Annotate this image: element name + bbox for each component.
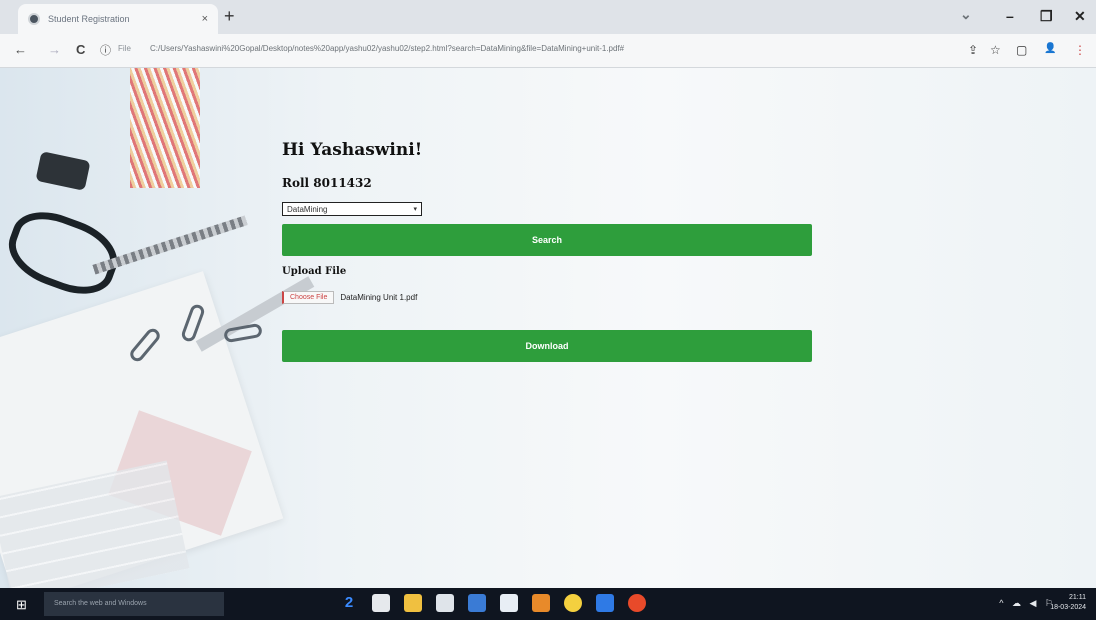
chrome-app-icon[interactable] (564, 594, 582, 612)
windows-taskbar: ⊞ Search the web and Windows 2 ^ ☁ ◀ ⚐ 2… (0, 588, 1096, 620)
main-content: Hi Yashaswini! Roll 8011432 DataMining ▾… (282, 140, 822, 362)
selected-file-name: DataMining Unit 1.pdf (340, 293, 418, 302)
side-panel-icon[interactable]: ▢ (1016, 43, 1027, 57)
subject-select-value: DataMining (287, 204, 328, 214)
store-icon[interactable] (436, 594, 454, 612)
choose-file-button[interactable]: Choose File (282, 291, 335, 304)
chrome-active-app-icon[interactable] (628, 594, 646, 612)
dropdown-arrow-icon: ▾ (413, 206, 417, 213)
background-glasses-arm-image (92, 215, 248, 275)
system-tray-icons[interactable]: ^ ☁ ◀ ⚐ (999, 598, 1056, 609)
greeting-heading: Hi Yashaswini! (282, 140, 423, 160)
tab-search-chevron-icon[interactable]: ⌄ (960, 6, 972, 23)
taskbar-search-input[interactable]: Search the web and Windows (44, 592, 224, 616)
bookmark-star-icon[interactable]: ☆ (990, 43, 1001, 57)
upload-file-label: Upload File (282, 266, 347, 277)
file-explorer-icon[interactable] (404, 594, 422, 612)
vscode-icon[interactable] (596, 594, 614, 612)
windows-start-icon[interactable]: ⊞ (16, 597, 27, 613)
clock-time: 21:11 (1069, 594, 1086, 601)
notes-app-icon[interactable] (500, 594, 518, 612)
browser-menu-icon[interactable]: ⋮ (1074, 43, 1086, 57)
search-button[interactable]: Search (282, 224, 812, 256)
clock-date: 18-03-2024 (1050, 604, 1086, 611)
url-input[interactable]: C:/Users/Yashaswini%20Gopal/Desktop/note… (150, 44, 830, 53)
cortana-icon[interactable]: 2 (340, 594, 358, 612)
page-background: Hi Yashaswini! Roll 8011432 DataMining ▾… (0, 68, 1096, 588)
maximize-button[interactable]: ❐ (1040, 8, 1053, 25)
back-icon[interactable]: ← (14, 42, 27, 57)
office-app-icon[interactable] (532, 594, 550, 612)
profile-icon[interactable]: 👤 (1044, 43, 1056, 54)
minimize-button[interactable]: – (1006, 8, 1014, 24)
share-icon[interactable]: ⇪ (968, 43, 978, 57)
background-device-image (35, 151, 91, 191)
tab-title: Student Registration (48, 14, 130, 24)
browser-tab[interactable]: Student Registration × (18, 4, 218, 34)
forward-icon[interactable]: → (48, 42, 61, 57)
taskbar-clock[interactable]: 21:11 18-03-2024 (1050, 593, 1086, 613)
roll-number: Roll 8011432 (282, 176, 372, 190)
site-info-icon[interactable]: ⓘ (100, 42, 111, 58)
background-pencils-image (130, 68, 200, 188)
subject-select[interactable]: DataMining ▾ (282, 202, 422, 216)
chrome-favicon-icon (28, 13, 40, 25)
download-button[interactable]: Download (282, 330, 812, 362)
browser-tab-bar: Student Registration × + ⌄ – ❐ ✕ (0, 0, 1096, 34)
tab-close-icon[interactable]: × (202, 13, 208, 25)
url-scheme-label: File (118, 44, 131, 53)
task-view-icon[interactable] (372, 594, 390, 612)
new-tab-button[interactable]: + (224, 7, 235, 25)
mail-icon[interactable] (468, 594, 486, 612)
file-input-row: Choose File DataMining Unit 1.pdf (282, 291, 822, 304)
close-window-button[interactable]: ✕ (1074, 8, 1086, 25)
background-glasses-image (0, 201, 127, 305)
reload-icon[interactable]: C (76, 42, 85, 57)
